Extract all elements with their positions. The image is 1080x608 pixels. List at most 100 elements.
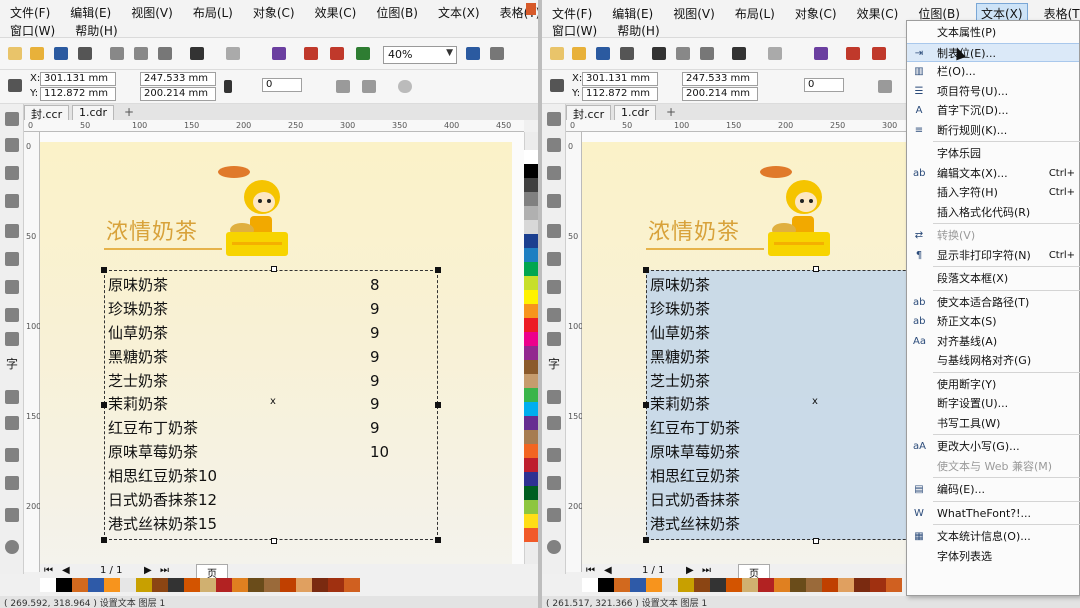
color-swatch[interactable] bbox=[136, 578, 152, 592]
corel-launcher-icon[interactable] bbox=[814, 47, 828, 60]
color-swatch[interactable] bbox=[524, 290, 538, 304]
next-page-icon[interactable]: ▶ bbox=[144, 565, 152, 576]
list-item[interactable]: 港式丝袜奶茶15 bbox=[108, 513, 217, 537]
color-swatch[interactable] bbox=[524, 528, 538, 542]
menu-item[interactable]: 对象(C) bbox=[249, 3, 299, 22]
parallel-dimension-icon[interactable] bbox=[547, 390, 561, 404]
height-input[interactable]: 200.214 mm bbox=[682, 87, 758, 101]
undo-icon[interactable] bbox=[732, 47, 746, 60]
text-menu-item[interactable]: ▤ 编码(E)... bbox=[907, 480, 1079, 500]
text-menu-item[interactable]: ≡ 断行规则(K)... bbox=[907, 121, 1079, 141]
list-item[interactable]: 珍珠奶茶 bbox=[650, 298, 740, 322]
color-swatch[interactable] bbox=[232, 578, 248, 592]
color-swatch[interactable] bbox=[870, 578, 886, 592]
color-swatch[interactable] bbox=[200, 578, 216, 592]
selection-handle[interactable] bbox=[101, 537, 107, 543]
publish-pdf-icon[interactable] bbox=[356, 47, 370, 60]
color-swatch[interactable] bbox=[694, 578, 710, 592]
drop-shadow-icon[interactable] bbox=[547, 448, 561, 462]
print-icon[interactable] bbox=[78, 47, 92, 60]
text-menu-item[interactable]: 插入字符(H) Ctrl+ bbox=[907, 183, 1079, 203]
list-item[interactable]: 相思红豆奶茶10 bbox=[108, 465, 217, 489]
document-palette[interactable] bbox=[40, 578, 360, 594]
color-swatch[interactable] bbox=[524, 360, 538, 374]
color-palette[interactable] bbox=[524, 150, 538, 570]
color-swatch[interactable] bbox=[790, 578, 806, 592]
color-swatch[interactable] bbox=[524, 178, 538, 192]
eyedropper-icon[interactable] bbox=[547, 476, 561, 490]
rotation-input[interactable]: 0 bbox=[262, 78, 302, 92]
list-item[interactable]: 芝士奶茶 bbox=[650, 370, 740, 394]
menu-item[interactable]: 效果(C) bbox=[853, 4, 903, 23]
cut-icon[interactable] bbox=[110, 47, 124, 60]
list-item[interactable]: 原味奶茶 8 bbox=[108, 274, 380, 298]
color-swatch[interactable] bbox=[662, 578, 678, 592]
connector-tool-icon[interactable] bbox=[5, 416, 19, 430]
color-swatch[interactable] bbox=[774, 578, 790, 592]
selection-handle[interactable] bbox=[435, 267, 441, 273]
drop-shadow-icon[interactable] bbox=[5, 448, 19, 462]
color-swatch[interactable] bbox=[598, 578, 614, 592]
mirror-horizontal-icon[interactable] bbox=[336, 80, 350, 93]
x-position-input[interactable]: 301.131 mm bbox=[40, 72, 116, 86]
color-swatch[interactable] bbox=[838, 578, 854, 592]
polygon-tool-icon[interactable] bbox=[5, 332, 19, 346]
color-swatch[interactable] bbox=[822, 578, 838, 592]
color-swatch[interactable] bbox=[524, 486, 538, 500]
import-icon[interactable] bbox=[304, 47, 318, 60]
horizontal-ruler[interactable]: 0 50 100 150 200 250 300 350 400 450 bbox=[24, 120, 524, 132]
list-item[interactable]: 相思红豆奶茶 bbox=[650, 465, 740, 489]
color-swatch[interactable] bbox=[710, 578, 726, 592]
color-swatch[interactable] bbox=[886, 578, 902, 592]
selection-handle[interactable] bbox=[101, 402, 107, 408]
selection-handle[interactable] bbox=[101, 267, 107, 273]
list-item[interactable]: 黑糖奶茶 9 bbox=[108, 346, 380, 370]
color-swatch[interactable] bbox=[524, 192, 538, 206]
menu-item[interactable]: 文本(X) bbox=[434, 3, 484, 22]
rectangle-tool-icon[interactable] bbox=[547, 280, 561, 294]
prev-page-icon[interactable]: ◀ bbox=[62, 565, 70, 576]
selection-handle[interactable] bbox=[271, 538, 277, 544]
ellipse-tool-icon[interactable] bbox=[5, 308, 19, 322]
list-item[interactable]: 仙草奶茶 9 bbox=[108, 322, 380, 346]
y-position-input[interactable]: 112.872 mm bbox=[582, 87, 658, 101]
color-swatch[interactable] bbox=[280, 578, 296, 592]
color-swatch[interactable] bbox=[524, 164, 538, 178]
selection-handle[interactable] bbox=[813, 538, 819, 544]
connector-tool-icon[interactable] bbox=[547, 416, 561, 430]
color-swatch[interactable] bbox=[582, 578, 598, 592]
save-icon[interactable] bbox=[54, 47, 68, 60]
text-menu-item[interactable]: 文本属性(P) bbox=[907, 23, 1079, 43]
menu-item[interactable]: 视图(V) bbox=[669, 4, 719, 23]
copy-icon[interactable] bbox=[134, 47, 148, 60]
add-icon[interactable] bbox=[398, 80, 412, 93]
open-icon[interactable] bbox=[572, 47, 586, 60]
width-input[interactable]: 247.533 mm bbox=[682, 72, 758, 86]
freehand-tool-icon[interactable] bbox=[5, 224, 19, 238]
color-swatch[interactable] bbox=[524, 444, 538, 458]
new-document-icon[interactable] bbox=[8, 47, 22, 60]
text-menu-item[interactable]: Aa 对齐基线(A) bbox=[907, 332, 1079, 352]
menu-item[interactable]: 布局(L) bbox=[189, 3, 237, 22]
color-swatch[interactable] bbox=[524, 332, 538, 346]
color-swatch[interactable] bbox=[524, 402, 538, 416]
cut-icon[interactable] bbox=[652, 47, 666, 60]
color-swatch[interactable] bbox=[758, 578, 774, 592]
color-swatch[interactable] bbox=[614, 578, 630, 592]
selection-handle[interactable] bbox=[813, 266, 819, 272]
artistic-media-icon[interactable] bbox=[547, 252, 561, 266]
text-menu-item[interactable]: ☰ 项目符号(U)... bbox=[907, 82, 1079, 102]
color-swatch[interactable] bbox=[40, 578, 56, 592]
document-palette[interactable] bbox=[582, 578, 902, 594]
parallel-dimension-icon[interactable] bbox=[5, 390, 19, 404]
text-menu-item[interactable]: A 首字下沉(D)... bbox=[907, 101, 1079, 121]
tab-document-2[interactable]: 1.cdr bbox=[72, 105, 115, 120]
color-swatch[interactable] bbox=[630, 578, 646, 592]
selection-handle[interactable] bbox=[271, 266, 277, 272]
color-swatch[interactable] bbox=[88, 578, 104, 592]
selection-handle[interactable] bbox=[435, 537, 441, 543]
color-swatch[interactable] bbox=[524, 388, 538, 402]
export-icon[interactable] bbox=[330, 47, 344, 60]
color-swatch[interactable] bbox=[524, 472, 538, 486]
text-tool-icon[interactable]: 字 bbox=[546, 356, 562, 372]
